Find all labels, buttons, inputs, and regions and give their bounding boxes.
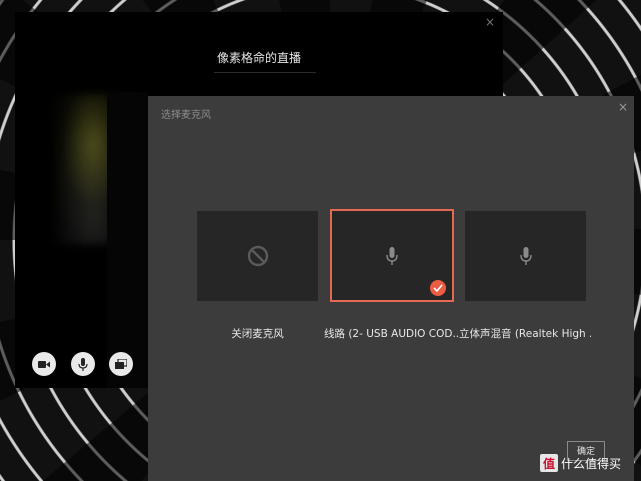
- window-share-icon: [115, 359, 127, 369]
- watermark-logo: 值: [540, 454, 558, 472]
- camera-toggle-button[interactable]: [32, 352, 56, 376]
- microphone-icon: [519, 247, 532, 265]
- mic-option-label: 立体声混音 (Realtek High ...: [459, 328, 591, 340]
- mic-option-stereo-mix[interactable]: [465, 211, 586, 301]
- mic-option-usb-audio[interactable]: [330, 209, 454, 302]
- watermark-text: 什么值得买: [561, 456, 622, 471]
- preview-panel-divider: [107, 92, 148, 388]
- microphone-icon: [386, 246, 398, 265]
- selected-check-icon: [430, 280, 446, 296]
- mic-option-off[interactable]: [197, 211, 318, 301]
- mic-option-label: 线路 (2- USB AUDIO COD...: [324, 328, 460, 340]
- watermark: 值 什么值得买: [540, 454, 621, 472]
- select-microphone-dialog: 选择麦克风 × 关闭麦克风 线路 (2- USB AUDIO COD... 立体…: [148, 96, 634, 481]
- title-divider: [214, 72, 316, 73]
- mic-option-label: 关闭麦克风: [231, 328, 284, 340]
- dialog-title: 选择麦克风: [161, 110, 211, 121]
- dialog-close-button[interactable]: ×: [618, 100, 628, 114]
- live-window-close-button[interactable]: ×: [485, 16, 495, 28]
- microphone-icon: [78, 357, 88, 371]
- video-camera-icon: [38, 360, 50, 368]
- live-window-title: 像素格命的直播: [216, 51, 301, 65]
- screen-share-button[interactable]: [109, 352, 133, 376]
- ban-icon: [247, 245, 268, 267]
- microphone-toggle-button[interactable]: [71, 352, 95, 376]
